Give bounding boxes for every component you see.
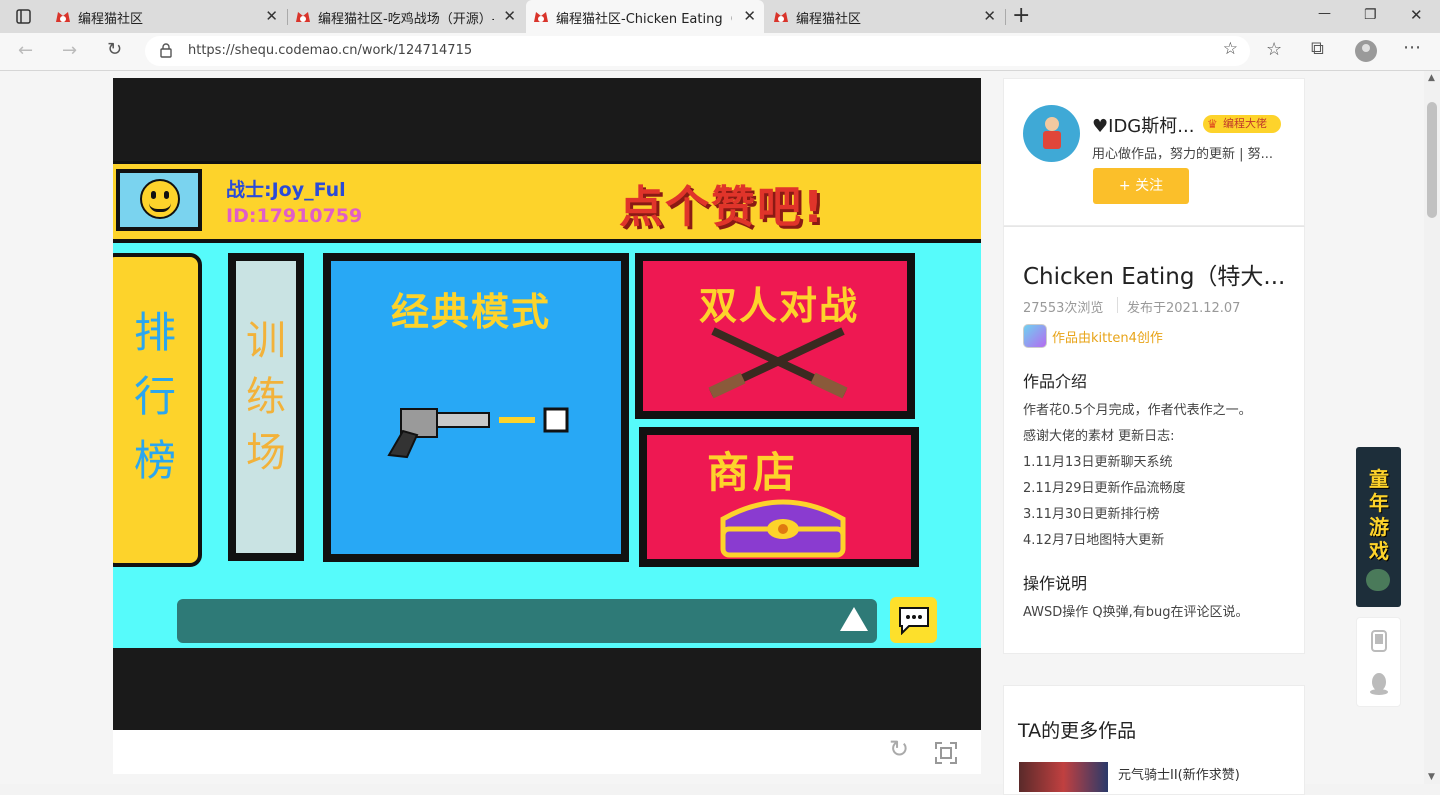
work-thumbnail[interactable] [1019,762,1108,792]
kitten-icon [1023,324,1047,348]
ops-heading: 操作说明 [1023,574,1088,593]
more-works-card: TA的更多作品 元气骑士II(新作求赞) [1003,685,1305,795]
scroll-down-icon[interactable]: ▼ [1428,772,1435,782]
crossed-guns-icon [708,327,848,399]
mobile-icon[interactable] [1370,630,1388,652]
close-window-button[interactable]: ✕ [1410,6,1423,24]
address-bar: ← → ↻ https://shequ.codemao.cn/work/1247… [0,33,1440,71]
collections-icon[interactable]: ⧉ [1311,38,1324,59]
refresh-icon[interactable]: ↻ [107,39,122,60]
player-controls: ↻ [113,730,981,774]
intro-heading: 作品介绍 [1023,372,1088,391]
duel-mode-button[interactable]: 双人对战 [635,253,915,419]
chat-input[interactable] [177,599,877,643]
player-avatar [116,169,202,231]
author-badge: ♛ 编程大佬 [1203,115,1281,133]
duel-mode-label: 双人对战 [699,284,860,328]
training-label: 训练场 [246,318,286,476]
tab-3-active[interactable]: 编程猫社区-Chicken Eating（特大 ✕ [526,0,764,33]
view-count: 27553次浏览 [1023,301,1104,316]
ops-text: AWSD操作 Q换弹,有bug在评论区说。 [1023,605,1249,620]
tab-title: 编程猫社区 [796,12,862,27]
work-info-card: Chicken Eating（特大... 27553次浏览 发布于2021.12… [1003,226,1305,654]
codemao-favicon-icon [296,12,310,22]
chat-button[interactable] [890,597,937,643]
back-icon[interactable]: ← [18,40,33,61]
intro-text: 作者花0.5个月完成，作者代表作之一。 感谢大佬的素材 更新日志: 1.11月1… [1023,403,1252,548]
work-title: Chicken Eating（特大... [1023,264,1286,290]
lock-icon [160,43,172,58]
restart-icon[interactable]: ↻ [889,735,909,763]
tab-title: 编程猫社区-Chicken Eating（特大 [556,12,732,27]
page-content: 战士:Joy_Ful ID:17910759 点个赞吧! 排行榜 训练场 经典模… [0,71,1440,795]
favorites-icon[interactable]: ☆ [1266,39,1282,60]
side-ad-banner[interactable]: 童年游戏 [1356,447,1401,607]
favorite-star-icon[interactable]: ☆ [1223,39,1238,59]
more-works-heading: TA的更多作品 [1018,720,1137,742]
author-card: ♥IDG斯柯... ♛ 编程大佬 用心做作品，努力的更新 | 努... + 关注 [1003,78,1305,226]
work-item-title[interactable]: 元气骑士II(新作求赞) [1118,764,1240,783]
follow-button[interactable]: + 关注 [1093,168,1189,204]
side-tools [1356,617,1401,707]
tab-4[interactable]: 编程猫社区 ✕ [766,0,1004,33]
game-canvas[interactable]: 战士:Joy_Ful ID:17910759 点个赞吧! 排行榜 训练场 经典模… [113,161,981,648]
classic-mode-label: 经典模式 [391,290,552,334]
restore-button[interactable]: ❐ [1364,7,1377,23]
made-with[interactable]: 作品由kitten4创作 [1052,327,1163,346]
codemao-favicon-icon [774,12,788,22]
tab-title: 编程猫社区 [78,12,144,27]
revolver-icon [387,407,569,459]
scrollbar-thumb[interactable] [1427,102,1437,218]
crown-icon: ♛ [1207,117,1218,131]
codemao-favicon-icon [534,12,548,22]
codemao-favicon-icon [56,12,70,22]
shop-button[interactable]: 商店 [639,427,919,567]
close-tab-icon[interactable]: ✕ [983,7,996,25]
qq-icon[interactable] [1369,672,1389,696]
triangle-up-icon[interactable] [839,605,869,633]
tab-actions-button[interactable] [0,0,46,33]
author-name[interactable]: ♥IDG斯柯... [1092,112,1194,138]
author-motto: 用心做作品，努力的更新 | 努... [1092,147,1274,162]
tab-strip: 编程猫社区 ✕ 编程猫社区-吃鸡战场（开源）-2 ✕ 编程猫社区-Chicken… [0,0,1440,33]
warrior-name: 战士:Joy_Ful [226,179,346,201]
player-id: ID:17910759 [226,205,363,227]
minimize-button[interactable]: — [1318,6,1331,21]
game-stage[interactable]: 战士:Joy_Ful ID:17910759 点个赞吧! 排行榜 训练场 经典模… [113,78,981,730]
url-text: https://shequ.codemao.cn/work/124714715 [188,43,473,58]
new-tab-button[interactable]: + [1012,3,1030,28]
leaderboard-label: 排行榜 [133,308,176,485]
profile-avatar[interactable] [1355,40,1377,62]
publish-date: 发布于2021.12.07 [1127,301,1241,316]
side-ad-text: 童年游戏 [1369,467,1389,563]
treasure-chest-icon [720,499,846,558]
like-prompt: 点个赞吧! [619,182,826,233]
close-tab-icon[interactable]: ✕ [743,7,756,25]
tab-actions-icon [16,9,31,24]
author-avatar[interactable] [1023,105,1080,162]
forward-icon[interactable]: → [62,40,77,61]
tab-1[interactable]: 编程猫社区 ✕ [48,0,286,33]
close-tab-icon[interactable]: ✕ [503,7,516,25]
tab-title: 编程猫社区-吃鸡战场（开源）-2 [318,12,494,27]
close-tab-icon[interactable]: ✕ [265,7,278,25]
url-field[interactable]: https://shequ.codemao.cn/work/124714715 … [145,36,1250,66]
classic-mode-button[interactable]: 经典模式 [323,253,629,562]
tab-2[interactable]: 编程猫社区-吃鸡战场（开源）-2 ✕ [288,0,524,33]
fullscreen-icon[interactable] [935,742,957,764]
more-menu-icon[interactable]: ⋯ [1403,37,1421,58]
scroll-up-icon[interactable]: ▲ [1428,73,1435,83]
chat-bubble-icon [899,607,929,635]
